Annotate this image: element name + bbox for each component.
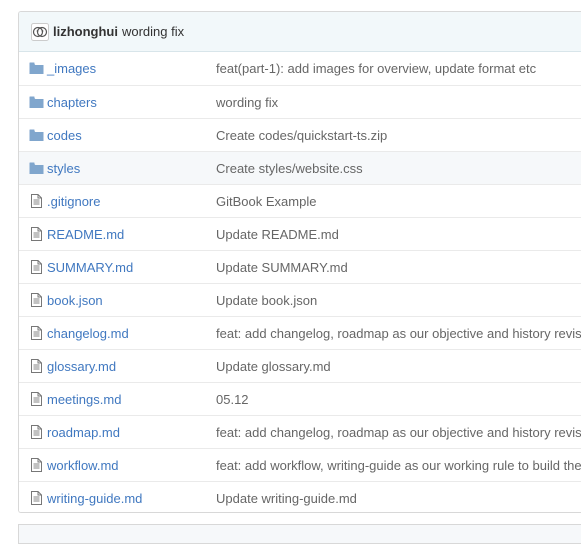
- table-row[interactable]: SUMMARY.md Update SUMMARY.md: [19, 250, 581, 283]
- file-link[interactable]: meetings.md: [47, 392, 121, 407]
- table-row[interactable]: changelog.md feat: add changelog, roadmap…: [19, 316, 581, 349]
- table-row[interactable]: glossary.md Update glossary.md: [19, 349, 581, 382]
- table-row[interactable]: book.json Update book.json: [19, 283, 581, 316]
- file-icon: [29, 293, 44, 307]
- file-link[interactable]: writing-guide.md: [47, 491, 142, 506]
- commit-message-link[interactable]: Update README.md: [216, 227, 339, 242]
- file-icon: [29, 260, 44, 274]
- file-icon: [29, 227, 44, 241]
- commit-author[interactable]: lizhonghui: [53, 24, 118, 39]
- folder-icon: [29, 128, 44, 142]
- file-icon: [29, 425, 44, 439]
- folder-icon: [29, 95, 44, 109]
- file-link[interactable]: README.md: [47, 227, 124, 242]
- file-icon: [29, 458, 44, 472]
- commit-message-link[interactable]: Update SUMMARY.md: [216, 260, 348, 275]
- table-row[interactable]: writing-guide.md Update writing-guide.md: [19, 481, 581, 512]
- commit-message-link[interactable]: feat: add changelog, roadmap as our obje…: [216, 425, 581, 440]
- folder-icon: [29, 61, 44, 75]
- avatar[interactable]: [31, 22, 49, 41]
- commit-message[interactable]: wording fix: [122, 24, 184, 39]
- file-link[interactable]: glossary.md: [47, 359, 116, 374]
- commit-message-link[interactable]: GitBook Example: [216, 194, 316, 209]
- folder-link[interactable]: styles: [47, 161, 80, 176]
- commit-message-link[interactable]: Create codes/quickstart-ts.zip: [216, 128, 387, 143]
- file-icon: [29, 491, 44, 505]
- table-row[interactable]: workflow.md feat: add workflow, writing-g…: [19, 448, 581, 481]
- commit-message-link[interactable]: wording fix: [216, 95, 278, 110]
- table-row[interactable]: roadmap.md feat: add changelog, roadmap a…: [19, 415, 581, 448]
- file-list-box: lizhonghui wording fix _images feat(part-…: [18, 11, 581, 513]
- file-link[interactable]: SUMMARY.md: [47, 260, 133, 275]
- commit-message-link[interactable]: feat(part-1): add images for overview, u…: [216, 61, 536, 76]
- commit-message-link[interactable]: Update writing-guide.md: [216, 491, 357, 506]
- table-row[interactable]: meetings.md 05.12: [19, 382, 581, 415]
- commit-message-link[interactable]: feat: add workflow, writing-guide as our…: [216, 458, 581, 473]
- table-row[interactable]: styles Create styles/website.css: [19, 151, 581, 184]
- table-row[interactable]: README.md Update README.md: [19, 217, 581, 250]
- commit-message-link[interactable]: 05.12: [216, 392, 249, 407]
- folder-link[interactable]: _images: [47, 61, 96, 76]
- commit-message-link[interactable]: Update book.json: [216, 293, 317, 308]
- folder-icon: [29, 161, 44, 175]
- readme-box-header: [18, 524, 581, 544]
- file-icon: [29, 194, 44, 208]
- table-row[interactable]: _images feat(part-1): add images for over…: [19, 52, 581, 85]
- commit-message-link[interactable]: Update glossary.md: [216, 359, 331, 374]
- file-table: _images feat(part-1): add images for over…: [19, 52, 581, 512]
- table-row[interactable]: .gitignore GitBook Example: [19, 184, 581, 217]
- file-icon: [29, 359, 44, 373]
- file-link[interactable]: changelog.md: [47, 326, 129, 341]
- folder-link[interactable]: codes: [47, 128, 82, 143]
- file-link[interactable]: book.json: [47, 293, 103, 308]
- commit-message-link[interactable]: feat: add changelog, roadmap as our obje…: [216, 326, 581, 341]
- file-link[interactable]: .gitignore: [47, 194, 100, 209]
- file-link[interactable]: workflow.md: [47, 458, 119, 473]
- file-icon: [29, 392, 44, 406]
- folder-link[interactable]: chapters: [47, 95, 97, 110]
- latest-commit-bar: lizhonghui wording fix: [19, 12, 581, 52]
- file-link[interactable]: roadmap.md: [47, 425, 120, 440]
- file-icon: [29, 326, 44, 340]
- commit-message-link[interactable]: Create styles/website.css: [216, 161, 363, 176]
- table-row[interactable]: codes Create codes/quickstart-ts.zip: [19, 118, 581, 151]
- table-row[interactable]: chapters wording fix: [19, 85, 581, 118]
